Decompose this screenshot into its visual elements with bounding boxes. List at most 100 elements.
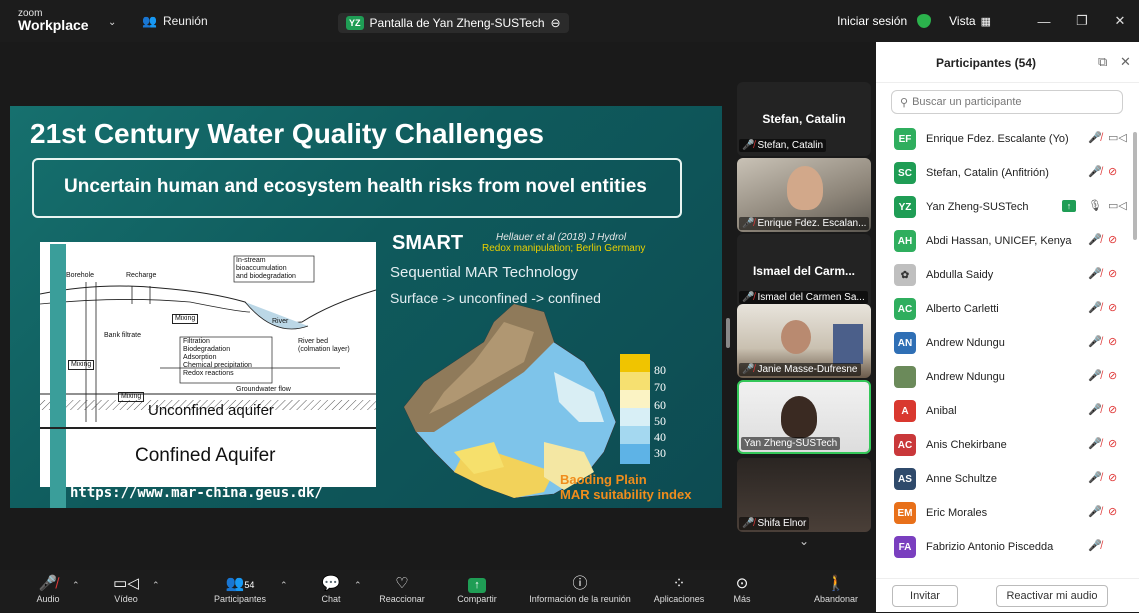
chat-button[interactable]: 💬 Chat bbox=[316, 574, 346, 604]
audio-button[interactable]: 🎤̸ Audio bbox=[30, 574, 66, 604]
share-title: Pantalla de Yan Zheng-SUSTech bbox=[369, 16, 545, 30]
avatar: EF bbox=[894, 128, 916, 150]
resize-handle[interactable] bbox=[726, 318, 730, 348]
slide-banner: Uncertain human and ecosystem health ris… bbox=[32, 158, 682, 218]
scroll-down-chevron-icon[interactable]: ⌄ bbox=[737, 534, 871, 552]
scrollbar[interactable] bbox=[1133, 132, 1137, 240]
mic-muted-icon: 🎤̸ bbox=[742, 218, 755, 229]
map-caption: Baoding Plain MAR suitability index bbox=[560, 472, 691, 502]
video-tile[interactable]: Stefan, Catalin 🎤̸ Stefan, Catalin bbox=[737, 82, 871, 156]
video-tile[interactable]: 🎤̸ Enrique Fdez. Escalan... bbox=[737, 158, 871, 232]
person-silhouette bbox=[781, 396, 817, 438]
zoom-logo: zoom Workplace bbox=[18, 8, 89, 32]
label-riverbed-2: (colmation layer) bbox=[298, 346, 350, 353]
chat-icon: 💬 bbox=[321, 575, 341, 592]
video-tile[interactable]: 🎤̸ Shifa Elnor bbox=[737, 458, 871, 532]
meeting-menu[interactable]: 👥 Reunión bbox=[142, 14, 208, 28]
chevron-down-icon[interactable]: ⌄ bbox=[108, 17, 116, 28]
smart-heading: SMART bbox=[392, 232, 464, 254]
bookshelf bbox=[833, 324, 863, 364]
popout-icon[interactable]: ⧉ bbox=[1098, 54, 1107, 70]
tile-label: 🎤̸ Stefan, Catalin bbox=[739, 139, 827, 152]
react-button[interactable]: ♡ Reaccionar bbox=[376, 574, 428, 604]
legend-value: 40 bbox=[654, 430, 666, 444]
camera-off-icon: ⊘ bbox=[1108, 472, 1118, 484]
mic-muted-icon: 🎤̸ bbox=[1088, 506, 1102, 518]
participant-name: Enrique Fdez. Escalante (Yo) bbox=[926, 133, 1069, 145]
label-mixing-2: Mixing bbox=[68, 360, 95, 370]
list-item[interactable]: FA Fabrizio Antonio Piscedda 🎤̸ bbox=[876, 530, 1132, 564]
more-options-icon[interactable]: ⊖ bbox=[551, 16, 561, 30]
label-borehole: Borehole bbox=[66, 272, 95, 279]
list-item[interactable]: AC Alberto Carletti 🎤̸ ⊘ bbox=[876, 292, 1132, 326]
panel-footer: Invitar Reactivar mi audio bbox=[876, 578, 1139, 613]
participants-count: 54 bbox=[244, 580, 255, 590]
mic-muted-icon: 🎤̸ bbox=[1088, 166, 1102, 178]
sign-in-link[interactable]: Iniciar sesión bbox=[837, 14, 907, 28]
list-item[interactable]: AN Andrew Ndungu 🎤̸ ⊘ bbox=[876, 326, 1132, 360]
video-tile[interactable]: Ismael del Carm... 🎤̸ Ismael del Carmen … bbox=[737, 234, 871, 308]
legend-value: 70 bbox=[654, 380, 666, 394]
list-item[interactable]: Andrew Ndungu 🎤̸ ⊘ bbox=[876, 360, 1132, 394]
list-item[interactable]: A Anibal 🎤̸ ⊘ bbox=[876, 394, 1132, 428]
search-input[interactable]: ⚲ Buscar un participante bbox=[891, 90, 1123, 114]
screen-share-indicator[interactable]: YZ Pantalla de Yan Zheng-SUSTech ⊖ bbox=[338, 13, 569, 33]
list-item[interactable]: SC Stefan, Catalin (Anfitrión) 🎤̸ ⊘ bbox=[876, 156, 1132, 190]
react-label: Reaccionar bbox=[379, 594, 425, 604]
participant-name: Andrew Ndungu bbox=[926, 371, 1005, 383]
camera-on-icon: ▭◁ bbox=[1108, 200, 1127, 212]
tile-label: 🎤̸ Ismael del Carmen Sa... bbox=[739, 291, 868, 304]
close-icon[interactable]: ✕ bbox=[1101, 13, 1139, 29]
leave-button[interactable]: 🚶 Abandonar bbox=[808, 574, 864, 604]
list-item[interactable]: AH Abdi Hassan, UNICEF, Kenya 🎤̸ ⊘ bbox=[876, 224, 1132, 258]
chevron-up-icon[interactable]: ⌃ bbox=[72, 580, 80, 591]
participant-name: Yan Zheng-SUSTech bbox=[926, 201, 1029, 213]
camera-icon: ▭◁ bbox=[113, 575, 139, 592]
avatar-image bbox=[894, 366, 916, 388]
tile-label-text: Janie Masse-Dufresne bbox=[757, 364, 858, 375]
list-item[interactable]: EF Enrique Fdez. Escalante (Yo) 🎤̸ ▭◁ bbox=[876, 122, 1132, 156]
list-item[interactable]: YZ Yan Zheng-SUSTech ↑ 🎙 ▭◁ bbox=[876, 190, 1132, 224]
chevron-up-icon[interactable]: ⌃ bbox=[354, 580, 362, 591]
apps-button[interactable]: ⁘ Aplicaciones bbox=[648, 574, 710, 604]
video-button[interactable]: ▭◁ Vídeo bbox=[108, 574, 144, 604]
minimize-icon[interactable]: — bbox=[1025, 14, 1063, 29]
mic-muted-icon: 🎤̸ bbox=[1088, 268, 1102, 280]
chevron-up-icon[interactable]: ⌃ bbox=[152, 580, 160, 591]
tile-name: Stefan, Catalin bbox=[762, 112, 846, 126]
tile-name: Ismael del Carm... bbox=[752, 264, 856, 278]
person-silhouette bbox=[787, 166, 823, 210]
video-tile[interactable]: 🎤̸ Janie Masse-Dufresne bbox=[737, 304, 871, 378]
tile-label: 🎤̸ Janie Masse-Dufresne bbox=[739, 363, 861, 376]
list-item[interactable]: ✿ Abdulla Saidy 🎤̸ ⊘ bbox=[876, 258, 1132, 292]
mic-muted-icon: 🎤̸ bbox=[742, 364, 755, 375]
mic-muted-icon: 🎤̸ bbox=[1088, 336, 1102, 348]
label-process-5: Redox reactions bbox=[183, 370, 234, 377]
more-button[interactable]: ⊙ Más bbox=[730, 574, 754, 604]
participants-button[interactable]: 👥54 Participantes bbox=[208, 574, 272, 604]
unmute-button[interactable]: Reactivar mi audio bbox=[996, 585, 1108, 607]
invite-button[interactable]: Invitar bbox=[892, 585, 958, 607]
security-shield-icon[interactable] bbox=[917, 14, 932, 28]
view-button[interactable]: Vista ▦ bbox=[949, 14, 991, 28]
label-process-4: Chemical precipitation bbox=[183, 362, 252, 369]
participant-name: Abdi Hassan, UNICEF, Kenya bbox=[926, 235, 1072, 247]
restore-icon[interactable]: ❐ bbox=[1063, 13, 1101, 29]
list-item[interactable]: EM Eric Morales 🎤̸ ⊘ bbox=[876, 496, 1132, 530]
shared-screen-area: 21st Century Water Quality Challenges Un… bbox=[0, 42, 730, 570]
list-item[interactable]: AS Anne Schultze 🎤̸ ⊘ bbox=[876, 462, 1132, 496]
video-label: Vídeo bbox=[114, 594, 138, 604]
audio-label: Audio bbox=[36, 594, 60, 604]
participant-name: Anne Schultze bbox=[926, 473, 997, 485]
mic-muted-icon: 🎤̸ bbox=[1088, 302, 1102, 314]
mic-muted-icon: 🎤̸ bbox=[1088, 540, 1102, 552]
chevron-up-icon[interactable]: ⌃ bbox=[280, 580, 288, 591]
share-button[interactable]: ↑ Compartir bbox=[450, 574, 504, 604]
video-tile-active-speaker[interactable]: Yan Zheng-SUSTech bbox=[737, 380, 871, 454]
label-process-1: Filtration bbox=[183, 338, 210, 345]
avatar: A bbox=[894, 400, 916, 422]
meeting-info-button[interactable]: ⓘ Información de la reunión bbox=[520, 574, 640, 604]
title-bar: zoom Workplace ⌄ 👥 Reunión YZ Pantalla d… bbox=[0, 0, 1139, 42]
list-item[interactable]: AC Anis Chekirbane 🎤̸ ⊘ bbox=[876, 428, 1132, 462]
close-icon[interactable]: ✕ bbox=[1120, 54, 1131, 70]
